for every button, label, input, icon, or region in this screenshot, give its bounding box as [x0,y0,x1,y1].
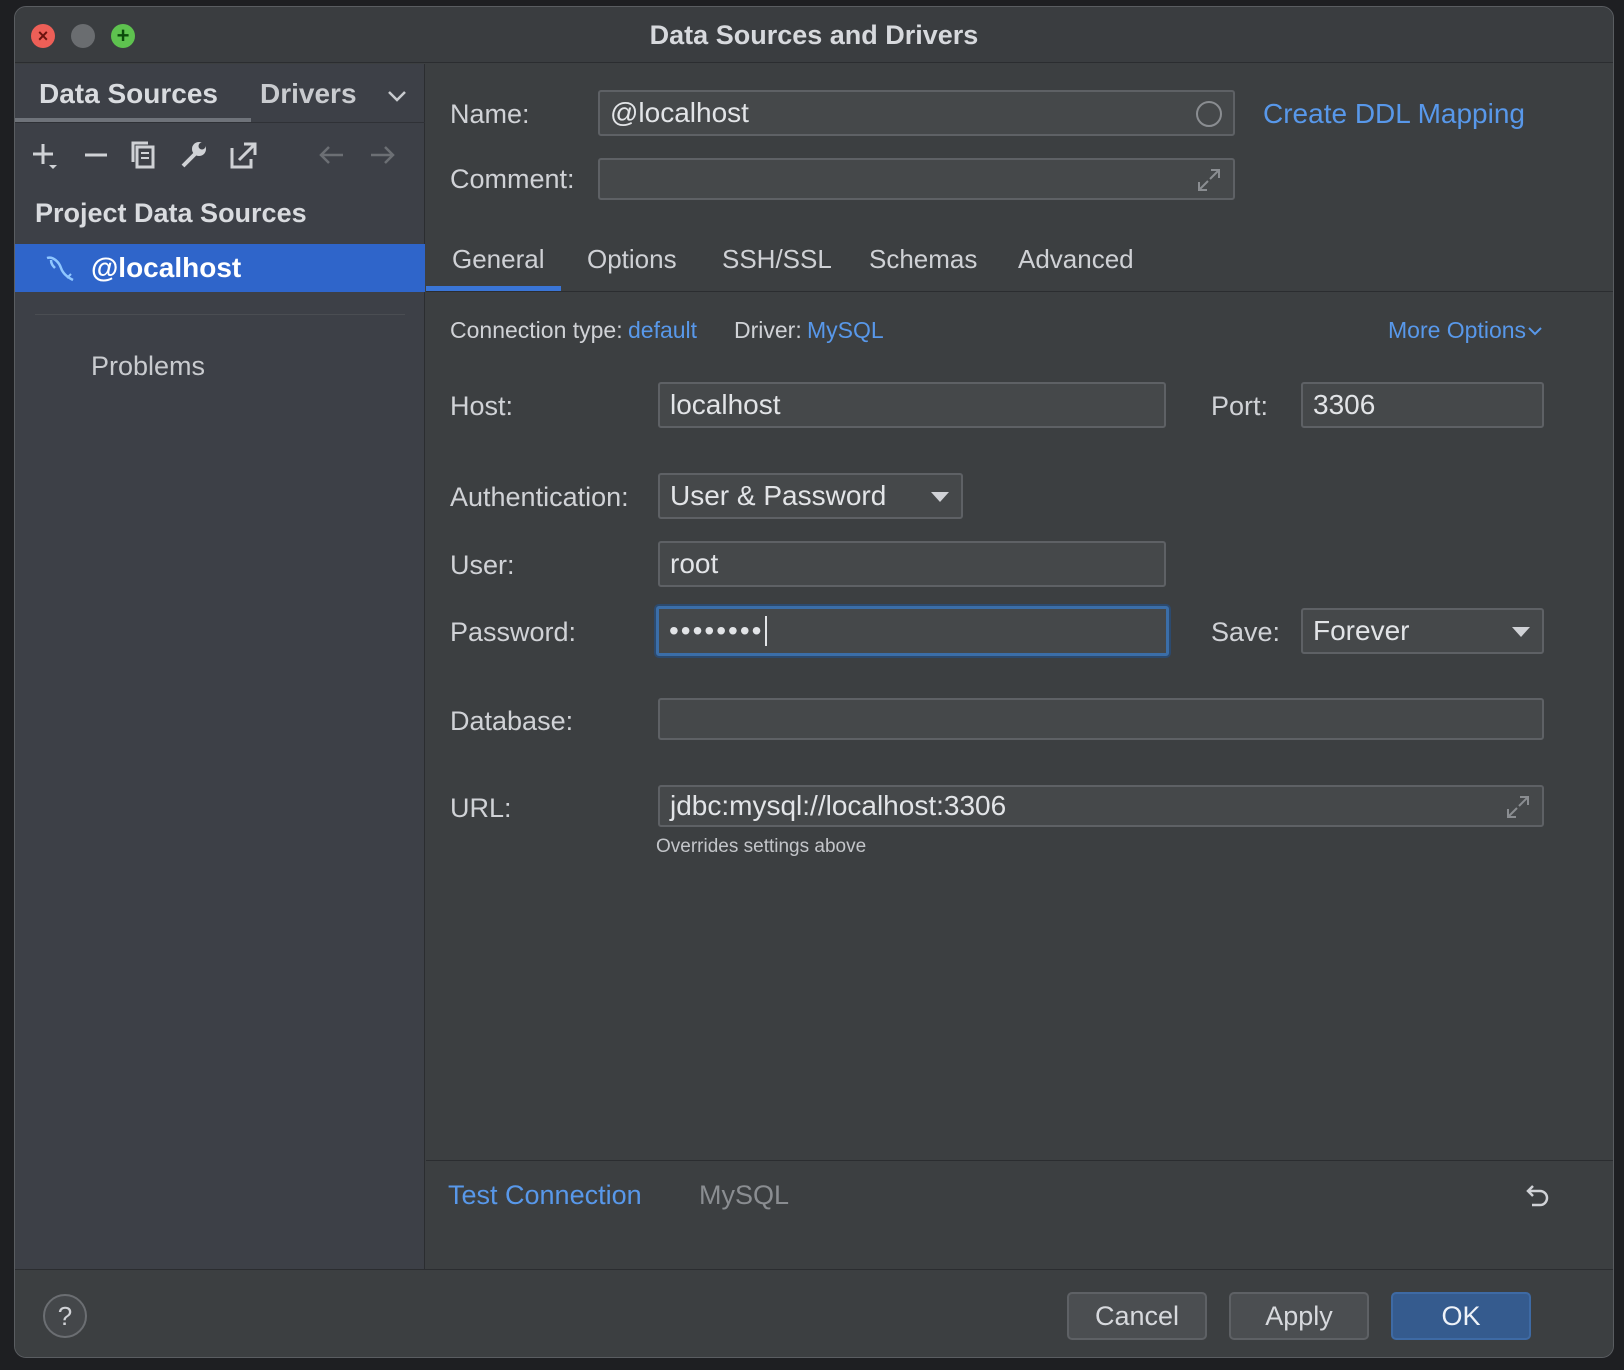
expand-icon[interactable] [1504,793,1532,821]
connection-type-label: Connection type: [450,317,623,343]
host-value: localhost [670,389,781,420]
name-label: Name: [450,99,530,129]
authentication-label: Authentication: [450,482,629,512]
more-options-link[interactable]: More Options [1388,317,1526,344]
expand-icon[interactable] [1195,166,1223,194]
chevron-down-icon[interactable] [1526,322,1544,340]
tab-ssh-ssl[interactable]: SSH/SSL [722,244,832,275]
wrench-icon[interactable] [177,138,211,172]
host-field[interactable]: localhost [658,382,1166,428]
port-field[interactable]: 3306 [1301,382,1544,428]
password-label: Password: [450,617,577,647]
connection-type-link[interactable]: default [628,317,697,344]
apply-button[interactable]: Apply [1229,1292,1369,1340]
tab-advanced[interactable]: Advanced [1018,244,1134,275]
data-source-label: @localhost [91,252,242,283]
back-arrow-icon[interactable] [315,138,349,172]
tab-data-sources[interactable]: Data Sources [39,78,218,110]
data-source-item-localhost[interactable]: @localhost [15,244,425,292]
forward-arrow-icon[interactable] [365,138,399,172]
left-panel: Data Sources Drivers Project Data Source… [15,64,425,1269]
authentication-value: User & Password [670,480,887,511]
driver-label: Driver: [734,317,802,343]
window-title: Data Sources and Drivers [649,20,979,50]
tab-general[interactable]: General [452,244,545,275]
test-connection-link[interactable]: Test Connection [448,1180,642,1211]
divider [15,122,425,123]
password-value: •••••••• [669,615,764,646]
cancel-button[interactable]: Cancel [1067,1292,1207,1340]
create-ddl-mapping-link[interactable]: Create DDL Mapping [1263,98,1525,130]
add-icon[interactable] [29,138,63,172]
remove-icon[interactable] [79,138,113,172]
dropdown-arrow-icon [931,492,949,502]
name-field[interactable]: @localhost [598,90,1235,136]
save-value: Forever [1313,615,1410,646]
dialog-footer: ? Cancel Apply OK [15,1269,1613,1357]
color-circle-icon[interactable] [1195,100,1223,128]
database-label: Database: [450,706,574,736]
port-label: Port: [1211,391,1269,421]
url-value: jdbc:mysql://localhost:3306 [670,790,1007,821]
comment-field[interactable] [598,158,1235,200]
user-value: root [670,548,719,579]
port-value: 3306 [1313,389,1376,420]
open-external-icon[interactable] [227,138,261,172]
section-title: Project Data Sources [35,198,307,228]
name-value: @localhost [610,97,749,128]
user-field[interactable]: root [658,541,1166,587]
authentication-select[interactable]: User & Password [658,473,963,519]
tab-schemas[interactable]: Schemas [869,244,977,275]
copy-icon[interactable] [127,138,161,172]
host-label: Host: [450,391,514,421]
user-label: User: [450,550,515,580]
ok-button[interactable]: OK [1391,1292,1531,1340]
dialog-window: × + Data Sources and Drivers Data Source… [14,6,1614,1358]
comment-label: Comment: [450,164,575,194]
driver-link[interactable]: MySQL [807,317,884,344]
url-label: URL: [450,793,512,823]
revert-icon[interactable] [1522,1181,1552,1211]
problems-item[interactable]: Problems [91,351,205,382]
tab-drivers[interactable]: Drivers [260,78,357,110]
database-field[interactable] [658,698,1544,740]
mysql-dolphin-icon [46,256,74,282]
divider [35,314,405,315]
right-panel: Name: @localhost Create DDL Mapping Comm… [426,64,1613,1269]
url-hint: Overrides settings above [656,836,867,857]
driver-name-text: MySQL [699,1180,790,1210]
divider [426,1160,1613,1161]
tab-options[interactable]: Options [587,244,677,275]
url-field[interactable]: jdbc:mysql://localhost:3306 [658,785,1544,827]
title-bar: × + Data Sources and Drivers [15,7,1613,63]
save-select[interactable]: Forever [1301,608,1544,654]
save-label: Save: [1211,617,1281,647]
help-button[interactable]: ? [43,1294,87,1338]
dropdown-arrow-icon [1512,627,1530,637]
chevron-down-icon[interactable] [385,84,409,108]
password-field[interactable]: •••••••• [656,606,1169,656]
divider [426,291,1613,292]
text-cursor [765,616,768,646]
